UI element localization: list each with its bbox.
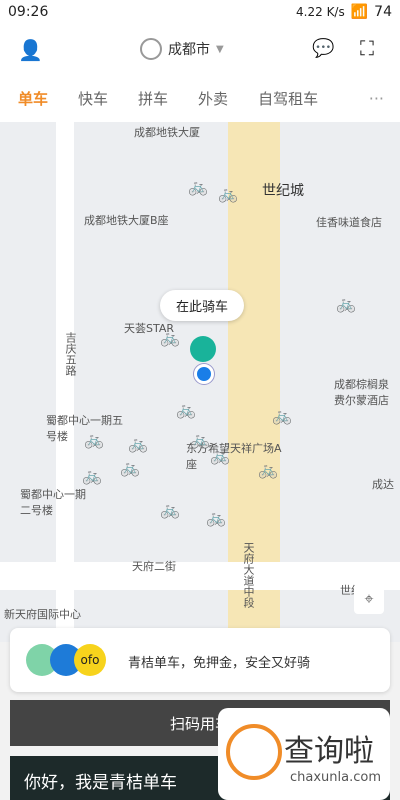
status-bar: 09:26 4.22 K/s 📶 74 (0, 0, 400, 26)
top-bar: 👤 成都市 ▼ 💬 ⛶ (0, 26, 400, 74)
map-label: 蜀都中心一期二号楼 (20, 488, 86, 517)
bike-icon[interactable]: 🚲 (258, 460, 302, 486)
bike-icon[interactable]: 🚲 (128, 434, 172, 460)
wifi-icon: 📶 (350, 4, 369, 20)
bike-icon[interactable]: 🚲 (272, 406, 316, 432)
watermark-text: 查询啦 (284, 734, 374, 769)
map-label: 吉庆五路 (64, 332, 77, 376)
map-label: 新天府国际中心 (4, 608, 81, 621)
network-speed: 4.22 K/s (296, 5, 345, 19)
tab-bike[interactable]: 单车 (18, 88, 48, 109)
bike-icon[interactable]: 🚲 (120, 458, 164, 484)
map-label: 成都地铁大厦 (134, 126, 200, 139)
bike-icon[interactable]: 🚲 (218, 184, 262, 210)
chaxunla-watermark: 查询啦 chaxunla.com (218, 708, 390, 800)
map-view[interactable]: 成都地铁大厦 世纪城 佳香味道食店 成都地铁大厦B座 天荟STAR 吉庆五路 成… (0, 122, 400, 642)
banner-text: 你好，我是青桔单车 (24, 773, 177, 793)
bike-icon[interactable]: 🚲 (84, 430, 128, 456)
scan-icon[interactable]: ⛶ (360, 36, 374, 60)
road-left (56, 122, 74, 642)
bike-icon[interactable]: 🚲 (206, 508, 250, 534)
bike-icon[interactable]: 🚲 (210, 446, 254, 472)
map-label: 成都棕榈泉费尔蒙酒店 (334, 378, 389, 407)
city-label: 成都市 (168, 42, 210, 58)
didi-logo-icon (140, 38, 162, 60)
ofo-logo: ofo (74, 644, 106, 676)
bike-icon[interactable]: 🚲 (160, 500, 204, 526)
user-icon[interactable]: 👤 (18, 38, 43, 62)
service-tabs: 单车 快车 拼车 外卖 自驾租车 ··· (0, 74, 400, 122)
promo-text: 青桔单车，免押金，安全又好骑 (128, 656, 311, 671)
recenter-icon[interactable]: ⌖ (354, 584, 384, 614)
map-label: 成都地铁大厦B座 (84, 214, 169, 227)
qingju-promo-card[interactable]: ofo 青桔单车，免押金，安全又好骑 (10, 628, 390, 692)
ride-here-bubble[interactable]: 在此骑车 (160, 290, 245, 321)
more-tabs-icon[interactable]: ··· (369, 89, 384, 108)
bike-icon[interactable]: 🚲 (82, 466, 126, 492)
status-icons: 4.22 K/s 📶 74 (296, 4, 392, 20)
message-icon[interactable]: 💬 (312, 38, 334, 59)
map-label: 天府二街 (132, 560, 176, 573)
map-label: 佳香味道食店 (316, 216, 382, 229)
tab-carpool[interactable]: 拼车 (138, 88, 168, 109)
bike-icon[interactable]: 🚲 (336, 294, 380, 320)
chaxunla-logo-icon (226, 724, 282, 780)
tab-express[interactable]: 快车 (78, 88, 108, 109)
map-label: 成达 (372, 478, 394, 491)
tab-delivery[interactable]: 外卖 (198, 88, 228, 109)
chevron-down-icon: ▼ (216, 43, 224, 55)
battery-level: 74 (374, 4, 392, 20)
bike-icon[interactable]: 🚲 (176, 400, 220, 426)
status-time: 09:26 (8, 4, 49, 20)
map-label: 世纪城 (262, 183, 304, 199)
bike-icon[interactable]: 🚲 (160, 328, 204, 354)
watermark-url: chaxunla.com (290, 770, 381, 785)
tab-self-drive[interactable]: 自驾租车 (258, 88, 318, 109)
city-selector[interactable]: 成都市 ▼ (140, 38, 224, 60)
map-label: 天府大道中段 (242, 542, 255, 608)
current-location-icon (194, 364, 214, 384)
